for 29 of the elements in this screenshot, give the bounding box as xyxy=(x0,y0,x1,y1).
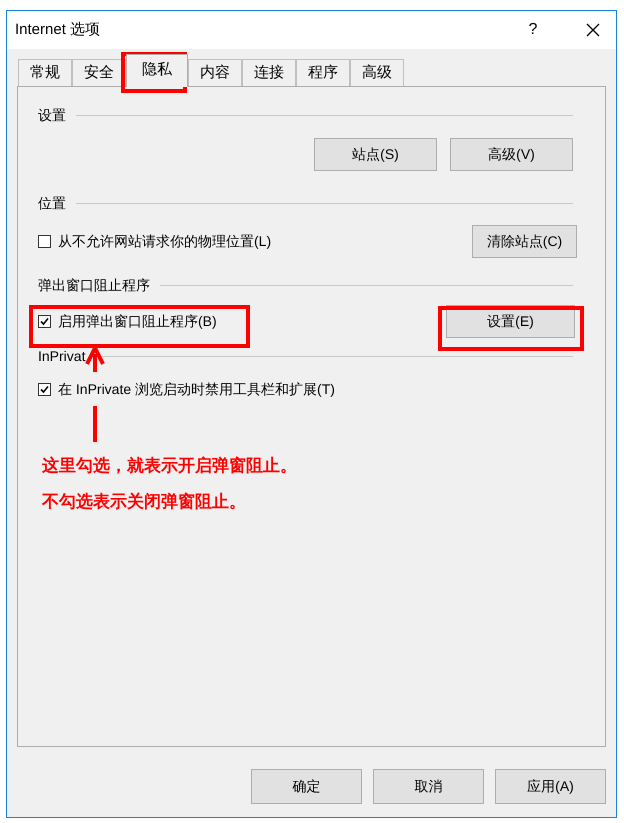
checkbox[interactable] xyxy=(38,383,51,396)
annotation-text: 不勾选表示关闭弹窗阻止。 xyxy=(42,491,246,513)
checkbox[interactable] xyxy=(38,235,51,248)
tab[interactable]: 安全 xyxy=(72,59,126,86)
group-heading: 设置 xyxy=(38,106,66,125)
tab[interactable]: 高级 xyxy=(350,59,404,86)
checkbox-label: 启用弹出窗口阻止程序(B) xyxy=(58,312,217,331)
checkbox[interactable] xyxy=(38,315,51,328)
dialog-button[interactable]: 高级(V) xyxy=(450,138,573,171)
group-heading: 位置 xyxy=(38,194,66,213)
highlight-frame xyxy=(121,52,187,93)
dialog-button[interactable]: 站点(S) xyxy=(314,138,437,171)
dialog-button[interactable]: 取消 xyxy=(373,769,484,804)
group-heading: 弹出窗口阻止程序 xyxy=(38,276,150,295)
checkbox-label: 在 InPrivate 浏览启动时禁用工具栏和扩展(T) xyxy=(58,380,335,399)
checkbox-label: 从不允许网站请求你的物理位置(L) xyxy=(58,232,272,251)
tab[interactable]: 内容 xyxy=(188,59,242,86)
group-heading: InPrivat xyxy=(38,347,86,366)
tab[interactable]: 常规 xyxy=(18,59,72,86)
close-icon xyxy=(586,23,600,37)
help-button[interactable]: ? xyxy=(518,15,548,45)
dialog-button[interactable]: 清除站点(C) xyxy=(472,225,577,258)
window-title: Internet 选项 xyxy=(15,20,102,40)
tab[interactable]: 连接 xyxy=(242,59,296,86)
tab[interactable]: 隐私 xyxy=(126,54,188,87)
tab[interactable]: 程序 xyxy=(296,59,350,86)
annotation-text: 这里勾选，就表示开启弹窗阻止。 xyxy=(42,455,297,477)
dialog-button[interactable]: 确定 xyxy=(251,769,362,804)
dialog-button[interactable]: 应用(A) xyxy=(495,769,606,804)
